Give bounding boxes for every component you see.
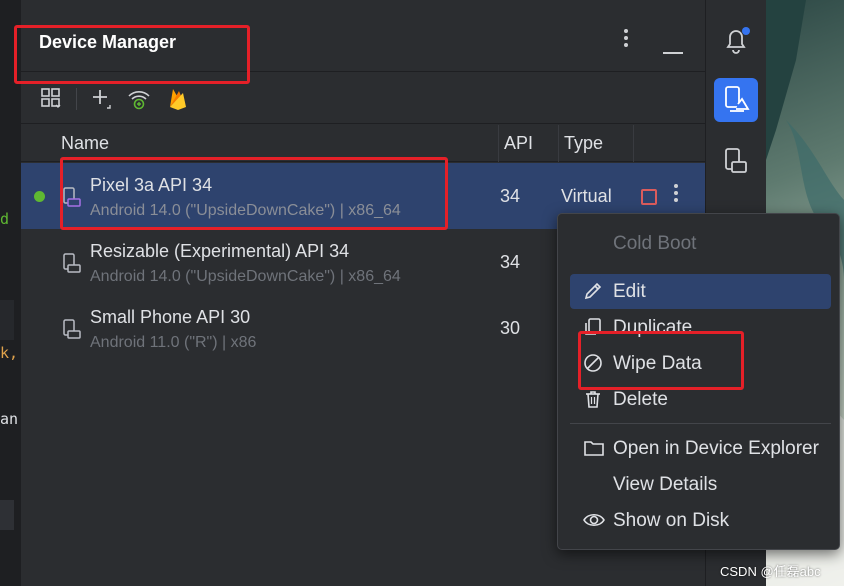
firebase-icon[interactable] xyxy=(167,87,189,116)
editor-edge: d k, an xyxy=(0,0,20,586)
menu-item-label: Edit xyxy=(613,281,646,302)
menu-item-edit[interactable]: Edit xyxy=(570,274,831,309)
folder-icon xyxy=(583,438,605,463)
virtual-device-icon xyxy=(63,253,81,278)
device-api-level: 30 xyxy=(500,318,521,338)
device-details: Android 14.0 ("UpsideDownCake") | x86_64 xyxy=(90,268,401,285)
device-api-level: 34 xyxy=(500,186,521,206)
column-header-type[interactable]: Type xyxy=(564,133,603,154)
running-status-indicator xyxy=(34,191,45,202)
highlight-box-device xyxy=(60,157,448,230)
more-actions-icon[interactable] xyxy=(673,183,679,209)
menu-separator xyxy=(570,423,831,424)
menu-item-open-in-device-explorer[interactable]: Open in Device Explorer xyxy=(570,431,831,466)
wifi-pairing-icon[interactable] xyxy=(127,87,151,116)
device-api-level: 34 xyxy=(500,252,521,272)
toolbar-divider xyxy=(76,88,77,110)
virtual-device-icon xyxy=(63,319,81,344)
editor-glyph: d xyxy=(0,210,10,228)
trash-icon xyxy=(583,389,603,414)
menu-item-cold-boot[interactable]: Cold Boot xyxy=(570,226,831,261)
column-separator[interactable] xyxy=(558,125,559,162)
menu-item-label: Cold Boot xyxy=(613,233,697,254)
group-by-icon[interactable] xyxy=(40,87,62,114)
pencil-icon xyxy=(583,281,603,306)
device-manager-tool-button[interactable] xyxy=(714,78,758,122)
column-separator[interactable] xyxy=(498,125,499,162)
column-header-api[interactable]: API xyxy=(504,133,533,154)
notifications-button[interactable] xyxy=(714,18,758,62)
stop-device-button[interactable] xyxy=(641,189,657,205)
menu-item-label: Show on Disk xyxy=(613,510,730,531)
device-type: Virtual xyxy=(561,186,612,206)
menu-item-label: Delete xyxy=(613,389,668,410)
menu-item-label: Open in Device Explorer xyxy=(613,438,819,459)
menu-item-show-on-disk[interactable]: Show on Disk xyxy=(570,503,831,538)
running-devices-tool-button[interactable] xyxy=(714,140,758,184)
minimize-icon[interactable] xyxy=(663,38,683,61)
editor-glyph: k, xyxy=(0,344,19,362)
column-separator[interactable] xyxy=(633,125,634,162)
eye-icon xyxy=(583,510,605,535)
highlight-box-title xyxy=(14,25,250,84)
device-name: Small Phone API 30 xyxy=(90,307,251,327)
menu-item-view-details[interactable]: View Details xyxy=(570,467,831,502)
device-name: Resizable (Experimental) API 34 xyxy=(90,241,350,261)
watermark: CSDN @任磊abc xyxy=(720,564,821,579)
menu-item-label: View Details xyxy=(613,474,718,495)
device-details: Android 11.0 ("R") | x86 xyxy=(90,334,257,351)
options-menu-icon[interactable] xyxy=(623,28,629,54)
highlight-box-wipe-data xyxy=(578,331,744,390)
column-header-name[interactable]: Name xyxy=(61,133,109,154)
editor-glyph: an xyxy=(0,410,19,428)
add-device-icon[interactable] xyxy=(90,87,114,116)
